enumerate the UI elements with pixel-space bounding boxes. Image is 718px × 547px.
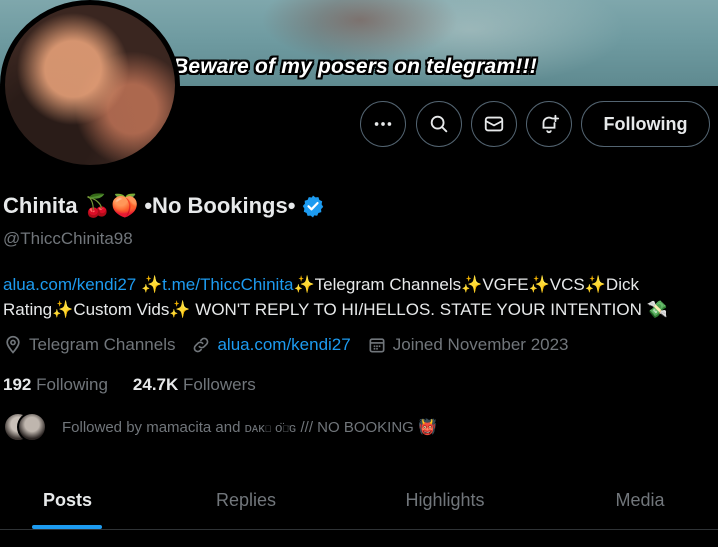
- website-link[interactable]: alua.com/kendi27: [217, 335, 350, 355]
- money-emoji: 💸: [646, 300, 668, 319]
- mutual-avatars: [3, 412, 47, 442]
- sparkle-icon: ✨: [584, 275, 606, 294]
- sparkle-icon: ✨: [293, 275, 315, 294]
- followers-stat[interactable]: 24.7K Followers: [133, 375, 256, 395]
- following-count: 192: [3, 375, 32, 394]
- followed-by-suffix: /// NO BOOKING: [296, 419, 419, 436]
- active-tab-indicator: [32, 525, 102, 529]
- joined-item: Joined November 2023: [367, 335, 569, 355]
- following-stat[interactable]: 192 Following: [3, 375, 108, 395]
- website-item[interactable]: alua.com/kendi27: [191, 335, 351, 355]
- sparkle-icon: ✨: [141, 275, 163, 294]
- search-button[interactable]: [416, 101, 462, 147]
- bell-plus-icon: [542, 114, 560, 134]
- name-emoji: 🍒🍑: [83, 193, 139, 218]
- bio-text: VCS: [549, 275, 585, 294]
- location-text: Telegram Channels: [29, 335, 176, 354]
- followed-by-prefix: Followed by mamacita and: [62, 419, 245, 436]
- profile-tabs: Posts Replies Highlights Media: [0, 470, 718, 530]
- display-name-suffix: •No Bookings•: [144, 193, 296, 218]
- follow-stats: 192 Following 24.7K Followers: [3, 375, 281, 395]
- profile-avatar[interactable]: [0, 0, 180, 170]
- envelope-icon: [484, 116, 504, 132]
- bio-text: Telegram Channels: [314, 275, 462, 294]
- bio-link-telegram[interactable]: t.me/ThiccChinita: [162, 275, 293, 294]
- joined-text: Joined November 2023: [392, 335, 569, 354]
- link-icon: [194, 337, 209, 353]
- followed-by-row[interactable]: Followed by mamacita and ᴅᴀᴋɪ ᴏ̈ɪ̈ɢ /// …: [3, 412, 437, 442]
- search-icon: [430, 115, 448, 133]
- followers-count: 24.7K: [132, 375, 179, 394]
- calendar-icon: [369, 338, 385, 353]
- bio-text: WON'T REPLY TO HI/HELLOS. STATE YOUR INT…: [190, 300, 647, 319]
- following-button[interactable]: Following: [581, 101, 710, 147]
- profile-bio: alua.com/kendi27 ✨t.me/ThiccChinita✨Tele…: [3, 272, 715, 322]
- banner-caption: Beware of my posers on telegram!!!: [173, 55, 537, 78]
- tab-replies[interactable]: Replies: [180, 470, 312, 530]
- sparkle-icon: ✨: [528, 275, 550, 294]
- tab-highlights[interactable]: Highlights: [370, 470, 520, 530]
- bio-text: Custom Vids: [73, 300, 170, 319]
- user-handle: @ThiccChinita98: [3, 229, 133, 248]
- more-button[interactable]: [360, 101, 406, 147]
- followed-by-name: ᴅᴀᴋɪ ᴏ̈ɪ̈ɢ: [244, 420, 297, 435]
- tab-media[interactable]: Media: [590, 470, 690, 530]
- followers-label: Followers: [183, 375, 256, 394]
- ogre-emoji: 👹: [418, 419, 437, 436]
- sparkle-icon: ✨: [52, 300, 74, 319]
- message-button[interactable]: [471, 101, 517, 147]
- avatar: [17, 412, 47, 442]
- more-icon: [374, 122, 392, 126]
- followed-by-text: Followed by mamacita and ᴅᴀᴋɪ ᴏ̈ɪ̈ɢ /// …: [62, 418, 437, 436]
- sparkle-icon: ✨: [169, 300, 191, 319]
- notifications-button[interactable]: [526, 101, 572, 147]
- display-name: Chinita: [3, 193, 78, 218]
- sparkle-icon: ✨: [461, 275, 483, 294]
- bio-text: VGFE: [482, 275, 529, 294]
- display-name-row: Chinita 🍒🍑 •No Bookings•: [3, 193, 325, 219]
- tab-posts[interactable]: Posts: [0, 470, 135, 530]
- verified-badge-icon[interactable]: [301, 194, 325, 218]
- profile-meta: Telegram Channels alua.com/kendi27 Joine…: [3, 335, 585, 355]
- following-label: Following: [36, 375, 108, 394]
- location-pin-icon: [6, 335, 20, 354]
- bio-link-alua[interactable]: alua.com/kendi27: [3, 275, 136, 294]
- location-item: Telegram Channels: [3, 335, 175, 355]
